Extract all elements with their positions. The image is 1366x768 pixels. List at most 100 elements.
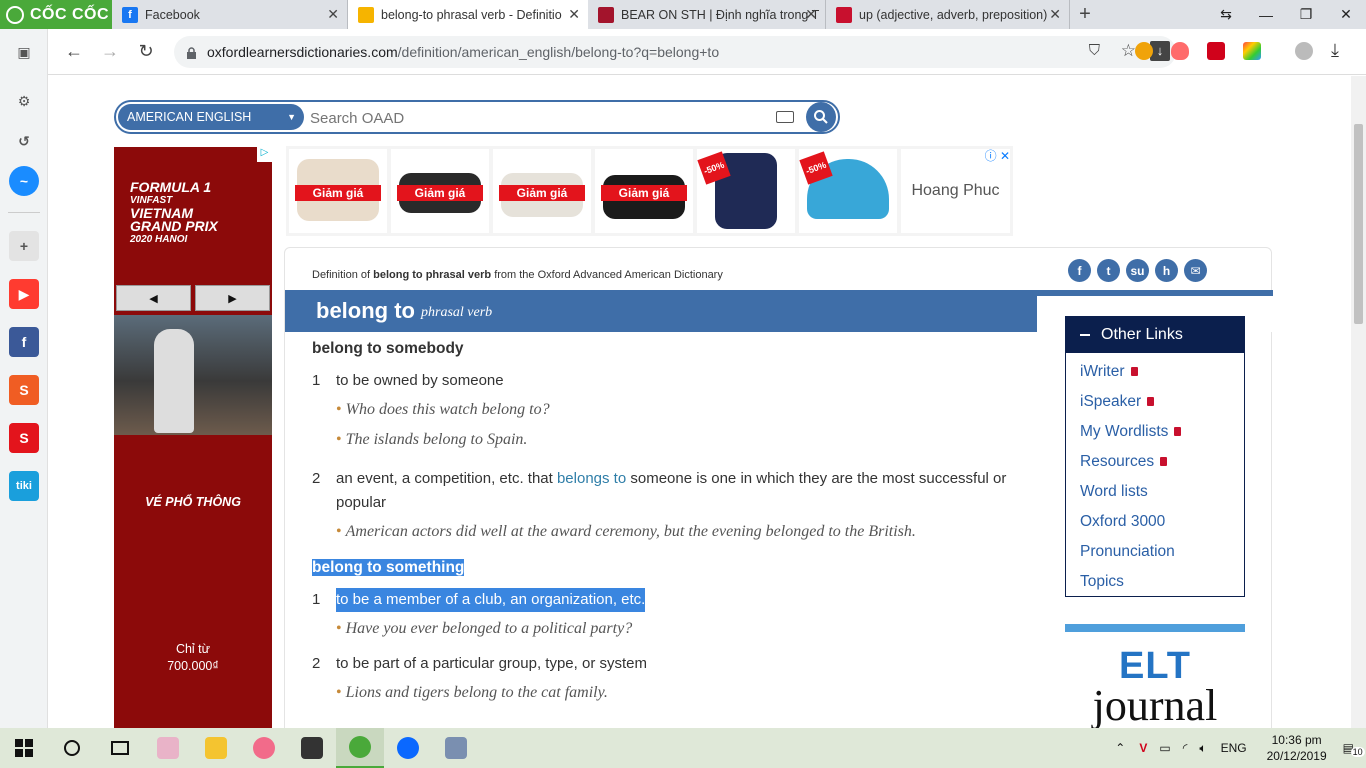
profile-avatar[interactable]	[1295, 42, 1313, 60]
email-share-icon[interactable]: ✉	[1184, 259, 1207, 282]
other-link-oxford-3000[interactable]: Oxford 3000	[1080, 507, 1244, 537]
close-tab-icon[interactable]: ✕	[1049, 6, 1061, 23]
shield-icon[interactable]: ⛉	[1089, 42, 1100, 59]
clock[interactable]: 10:36 pm 20/12/2019	[1267, 732, 1327, 764]
extension-colorful-icon[interactable]	[1243, 42, 1261, 60]
sidebar-divider	[8, 212, 40, 213]
tab-search-icon[interactable]: ⇆	[1206, 0, 1246, 29]
search-input[interactable]	[310, 106, 750, 130]
facebook-shortcut-icon[interactable]: f	[9, 327, 39, 357]
other-link-resources[interactable]: Resources	[1080, 447, 1244, 477]
shopee-icon[interactable]: S	[9, 375, 39, 405]
volume-icon[interactable]: 🔈︎	[1199, 741, 1206, 756]
add-shortcut-icon[interactable]: +	[9, 231, 39, 261]
other-link-word-lists[interactable]: Word lists	[1080, 477, 1244, 507]
source-word: belong to phrasal verb	[373, 269, 492, 281]
maximize-button[interactable]: ❐	[1286, 0, 1326, 29]
close-tab-icon[interactable]: ✕	[568, 6, 580, 23]
tab-label: up (adjective, adverb, preposition)	[859, 7, 1048, 22]
minimize-button[interactable]: —	[1246, 0, 1286, 29]
search-button[interactable]	[806, 102, 836, 132]
search-taskbar-icon[interactable]	[48, 728, 96, 768]
other-link-ispeaker[interactable]: iSpeaker	[1080, 387, 1244, 417]
other-link-topics[interactable]: Topics	[1080, 567, 1244, 597]
app-icon[interactable]	[432, 728, 480, 768]
ad-product[interactable]: -50%	[697, 149, 795, 233]
tab-facebook[interactable]: f Facebook ✕	[112, 0, 348, 29]
hatena-share-icon[interactable]: h	[1155, 259, 1178, 282]
wifi-icon[interactable]: ◜	[1183, 741, 1188, 755]
forward-button[interactable]: →	[92, 34, 128, 70]
bookmark-star-icon[interactable]: ☆	[1121, 41, 1136, 61]
ad-product[interactable]: -50%	[799, 149, 897, 233]
coccoc-menu-button[interactable]: CỐC CỐC	[0, 0, 112, 29]
new-tab-button[interactable]: +	[1070, 0, 1100, 29]
twitter-share-icon[interactable]: t	[1097, 259, 1120, 282]
cross-reference-link[interactable]: belongs to	[557, 470, 626, 487]
reload-button[interactable]: ↻	[128, 34, 164, 70]
ad-product[interactable]: Giảm giá	[391, 149, 489, 233]
history-icon[interactable]: ↺	[9, 126, 39, 156]
other-link-my-wordlists[interactable]: My Wordlists	[1080, 417, 1244, 447]
ad-product[interactable]: Giảm giá	[289, 149, 387, 233]
scrollbar-thumb[interactable]	[1354, 124, 1363, 324]
tab-belong-to[interactable]: belong-to phrasal verb - Definitio ✕	[348, 0, 588, 29]
ad-next-button[interactable]: ▶	[195, 285, 270, 311]
close-tab-icon[interactable]: ✕	[805, 6, 817, 23]
sidebar-toggle-icon[interactable]: ▣	[9, 37, 39, 67]
other-link-iwriter[interactable]: iWriter	[1080, 357, 1244, 387]
tab-up[interactable]: up (adjective, adverb, preposition) ✕	[826, 0, 1070, 29]
back-button[interactable]: ←	[56, 34, 92, 70]
ad-title-line: FORMULA 1	[130, 179, 212, 195]
other-link-pronunciation[interactable]: Pronunciation	[1080, 537, 1244, 567]
ad-product[interactable]: Giảm giá	[595, 149, 693, 233]
extension-red-icon[interactable]	[1207, 42, 1225, 60]
ad-close-icon[interactable]: ⓘ ✕	[985, 147, 1010, 164]
zalo-icon[interactable]	[384, 728, 432, 768]
sense-title: belong to something	[312, 559, 1032, 577]
link-label: Pronunciation	[1080, 543, 1175, 560]
unikey-icon[interactable]: V	[1139, 741, 1147, 755]
extension-coccoc-icon[interactable]	[1135, 42, 1153, 60]
definition-text: to be owned by someone	[336, 372, 504, 389]
ad-product[interactable]: Giảm giá	[493, 149, 591, 233]
facebook-share-icon[interactable]: f	[1068, 259, 1091, 282]
task-view-icon[interactable]	[96, 728, 144, 768]
link-label: My Wordlists	[1080, 423, 1169, 440]
paint-icon[interactable]	[240, 728, 288, 768]
youtube-icon[interactable]: ▶	[9, 279, 39, 309]
chevron-up-icon[interactable]: ⌃	[1115, 741, 1125, 755]
download-page-icon[interactable]: ↓	[1150, 41, 1170, 61]
extension-shield-icon[interactable]	[1171, 42, 1189, 60]
coccoc-taskbar-icon[interactable]	[336, 728, 384, 768]
adchoices-icon[interactable]: ▷	[257, 147, 272, 162]
page-scrollbar[interactable]	[1351, 76, 1366, 728]
stumbleupon-share-icon[interactable]: su	[1126, 259, 1149, 282]
snipping-tool-icon[interactable]	[144, 728, 192, 768]
source-suffix: from the Oxford Advanced American Dictio…	[494, 269, 723, 281]
elt-journal-ad[interactable]: ELT journal	[1065, 624, 1245, 728]
product-ad-strip[interactable]: Giảm giá Giảm giá Giảm giá Giảm giá -50%…	[286, 146, 1013, 236]
notification-center-icon[interactable]: ▤ 10	[1343, 741, 1365, 757]
close-window-button[interactable]: ✕	[1326, 0, 1366, 29]
language-indicator[interactable]: ENG	[1221, 741, 1247, 755]
settings-icon[interactable]: ⚙	[9, 86, 39, 116]
f1-vietnam-ad[interactable]: ▷ FORMULA 1 VINFAST VIETNAM GRAND PRIX 2…	[114, 147, 272, 728]
tiki-icon[interactable]: tiki	[9, 471, 39, 501]
sticky-notes-icon[interactable]	[288, 728, 336, 768]
ad-prev-button[interactable]: ◀	[116, 285, 191, 311]
definition-text: an event, a competition, etc. that belon…	[336, 467, 1032, 515]
battery-icon[interactable]: ▭	[1159, 741, 1170, 755]
close-tab-icon[interactable]: ✕	[327, 6, 339, 23]
file-explorer-icon[interactable]	[192, 728, 240, 768]
sendo-icon[interactable]: S	[9, 423, 39, 453]
keyboard-icon[interactable]	[776, 111, 794, 123]
tab-bear-on-sth[interactable]: BEAR ON STH | Định nghĩa trong T ✕	[588, 0, 826, 29]
messenger-icon[interactable]: ~	[9, 166, 39, 196]
address-bar[interactable]: oxfordlearnersdictionaries.com/definitio…	[174, 36, 1176, 68]
start-button[interactable]	[0, 728, 48, 768]
downloads-icon[interactable]: ⤓	[1331, 40, 1339, 61]
dictionary-select[interactable]: AMERICAN ENGLISH ▼	[118, 104, 304, 130]
other-links-header[interactable]: Other Links	[1066, 317, 1244, 353]
definition: 2 to be part of a particular group, type,…	[312, 652, 1032, 676]
